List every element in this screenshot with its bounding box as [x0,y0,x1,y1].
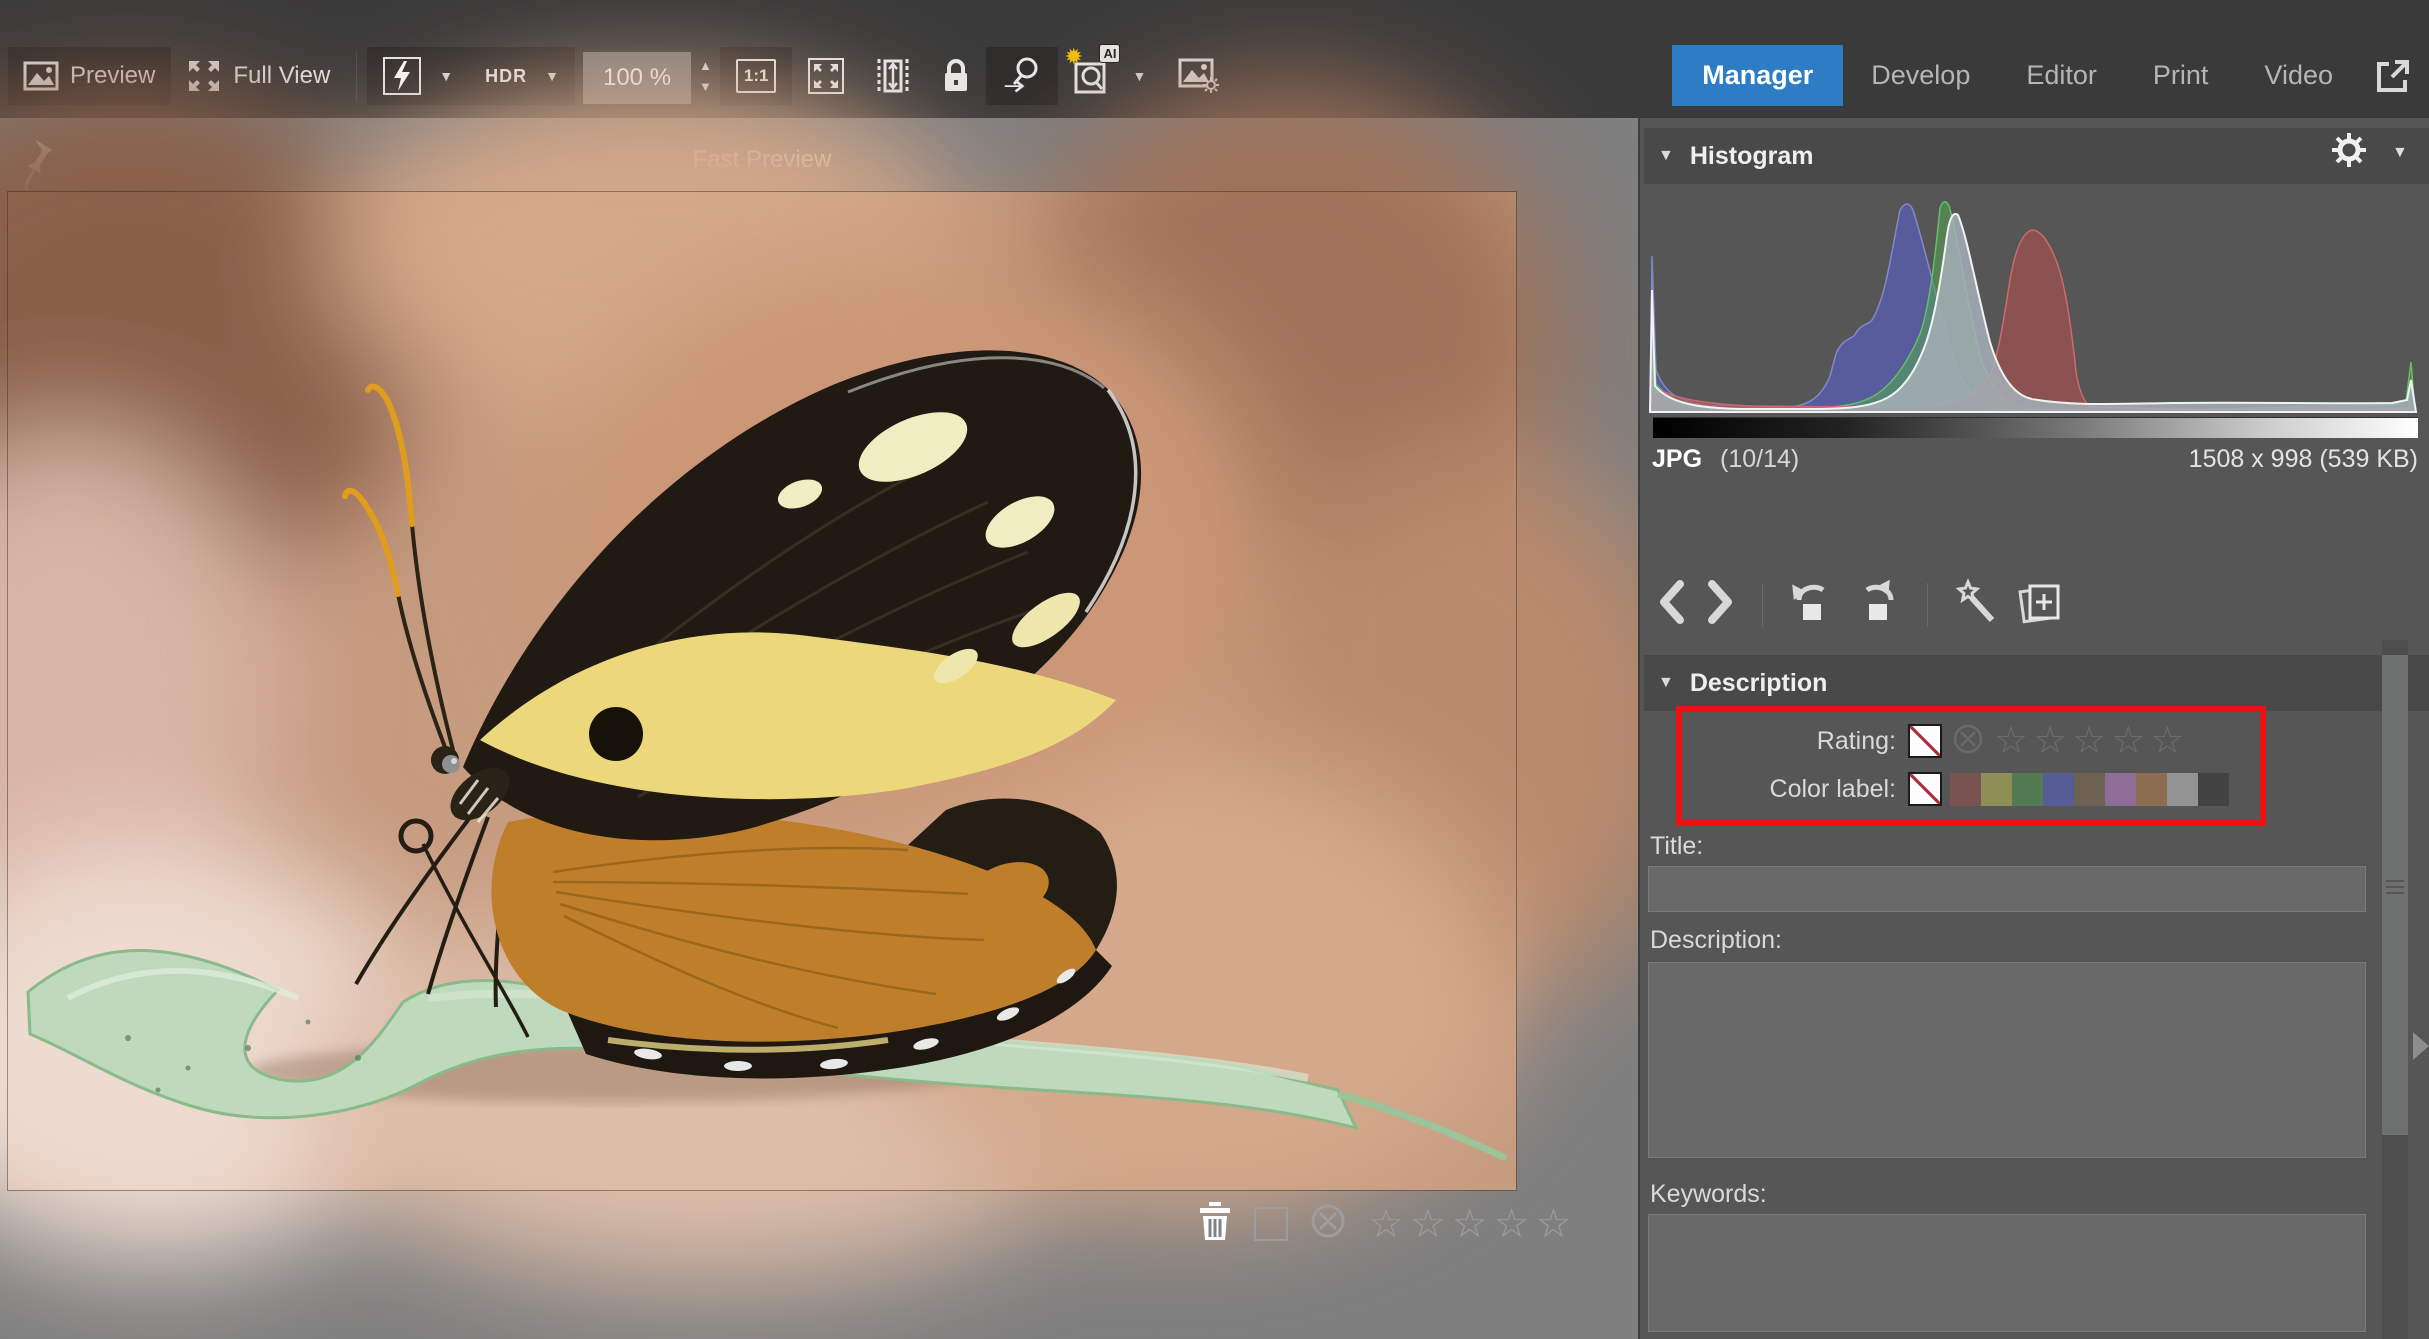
histogram-dropdown-caret[interactable]: ▼ [2392,144,2408,162]
histogram-gradient-bar [1653,417,2418,438]
histogram-settings-gear-icon[interactable] [2330,131,2368,174]
hdr-label: HDR [485,66,527,87]
color-swatch-row [1950,773,2229,806]
histogram-section-header[interactable]: ▼ Histogram [1644,128,2429,184]
rating-row: Rating: ☆☆☆☆☆ [1646,722,2189,760]
color-swatch[interactable] [2136,773,2167,806]
color-label-label: Color label: [1646,775,1896,804]
fit-width-icon [876,57,910,95]
rating-label: Rating: [1646,727,1896,756]
full-view-icon [187,59,221,93]
ai-zoom-button[interactable]: ✹ AI ▼ [1058,47,1162,105]
fit-screen-icon [808,58,844,94]
quick-star-rating[interactable]: ☆☆☆☆☆ [1368,1204,1577,1244]
fit-to-screen-button[interactable] [792,47,860,105]
color-swatch[interactable] [2198,773,2229,806]
photo-preview[interactable] [8,192,1516,1190]
toolbar-separator [356,51,357,101]
color-label-none-box[interactable] [1908,772,1942,806]
tab-editor[interactable]: Editor [1998,45,2125,106]
histogram-title: Histogram [1690,142,1814,171]
lock-icon [942,58,970,94]
image-settings-icon [1178,56,1220,96]
color-swatch[interactable] [2012,773,2043,806]
quick-rating-strip: ☆☆☆☆☆ [1198,1200,1577,1247]
rating-none-box[interactable] [1908,724,1942,758]
collapse-triangle-icon[interactable]: ▼ [1658,147,1674,165]
next-photo-button[interactable] [1706,580,1736,629]
scrollbar-grip [2386,880,2404,894]
reject-button[interactable] [1310,1203,1346,1244]
tab-manager[interactable]: Manager [1672,45,1843,106]
lock-zoom-button[interactable] [926,47,986,105]
color-swatch[interactable] [2105,773,2136,806]
panel-scrollbar-track[interactable] [2382,640,2408,1339]
select-checkbox[interactable] [1254,1207,1288,1241]
rating-stars[interactable]: ☆☆☆☆☆ [1994,720,2189,762]
panel-scrollbar-thumb[interactable] [2382,655,2408,1135]
description-label: Description: [1650,926,1782,955]
color-label-row: Color label: [1646,772,2229,806]
description-title: Description [1690,669,1828,698]
file-format: JPG [1652,445,1702,474]
ai-badge: AI [1099,44,1120,63]
zoom-increase-arrow[interactable]: ▲ [699,59,712,72]
flash-auto-enhance-button[interactable]: ▼ [367,47,469,105]
color-swatch[interactable] [2043,773,2074,806]
tab-print[interactable]: Print [2125,45,2237,106]
hdr-dropdown-caret[interactable]: ▼ [545,68,559,84]
keywords-input[interactable] [1648,1214,2366,1332]
preview-image-icon [24,62,58,90]
color-swatch[interactable] [1981,773,2012,806]
color-swatch[interactable] [2074,773,2105,806]
lightning-icon [383,57,421,95]
flash-dropdown-caret[interactable]: ▼ [439,68,453,84]
ai-zoom-dropdown-caret[interactable]: ▼ [1132,68,1146,84]
open-external-button[interactable] [2375,58,2411,94]
action-separator [1762,583,1763,627]
delete-button[interactable] [1198,1200,1232,1247]
module-tabs: Manager Develop Editor Print Video [1672,45,2411,106]
rating-reject-icon[interactable] [1952,723,1984,760]
compare-zoom-button[interactable] [986,47,1058,105]
panel-collapse-arrow[interactable] [2413,1032,2429,1060]
tab-develop[interactable]: Develop [1843,45,1998,106]
one-to-one-icon: 1:1 [736,59,777,93]
collapse-triangle-icon[interactable]: ▼ [1658,674,1674,692]
file-info-row: JPG (10/14) 1508 x 998 (539 KB) [1652,445,2418,474]
fit-width-button[interactable] [860,47,926,105]
full-view-button-label: Full View [233,62,330,90]
sparkle-icon: ✹ [1064,44,1082,70]
file-counter: (10/14) [1720,445,1799,474]
description-input[interactable] [1648,962,2366,1158]
previous-photo-button[interactable] [1656,580,1686,629]
title-label: Title: [1650,832,1703,861]
compare-magnifier-icon [1002,56,1042,96]
histogram-graph [1650,190,2418,417]
ai-magnifier-icon: ✹ AI [1074,56,1114,96]
action-separator [1927,583,1928,627]
file-dimensions: 1508 x 998 (539 KB) [2189,445,2418,474]
description-section-header[interactable]: ▼ Description [1644,655,2429,711]
panel-action-row [1656,580,2064,629]
add-photos-button[interactable] [2018,580,2064,629]
rotate-left-button[interactable] [1789,580,1835,629]
title-input[interactable] [1648,866,2366,912]
histogram-options: ▼ [2330,131,2408,174]
rotate-right-button[interactable] [1855,580,1901,629]
color-swatch[interactable] [2167,773,2198,806]
magic-wand-button[interactable] [1954,580,1998,629]
color-swatch[interactable] [1950,773,1981,806]
keywords-label: Keywords: [1650,1180,1767,1209]
tab-video[interactable]: Video [2236,45,2361,106]
